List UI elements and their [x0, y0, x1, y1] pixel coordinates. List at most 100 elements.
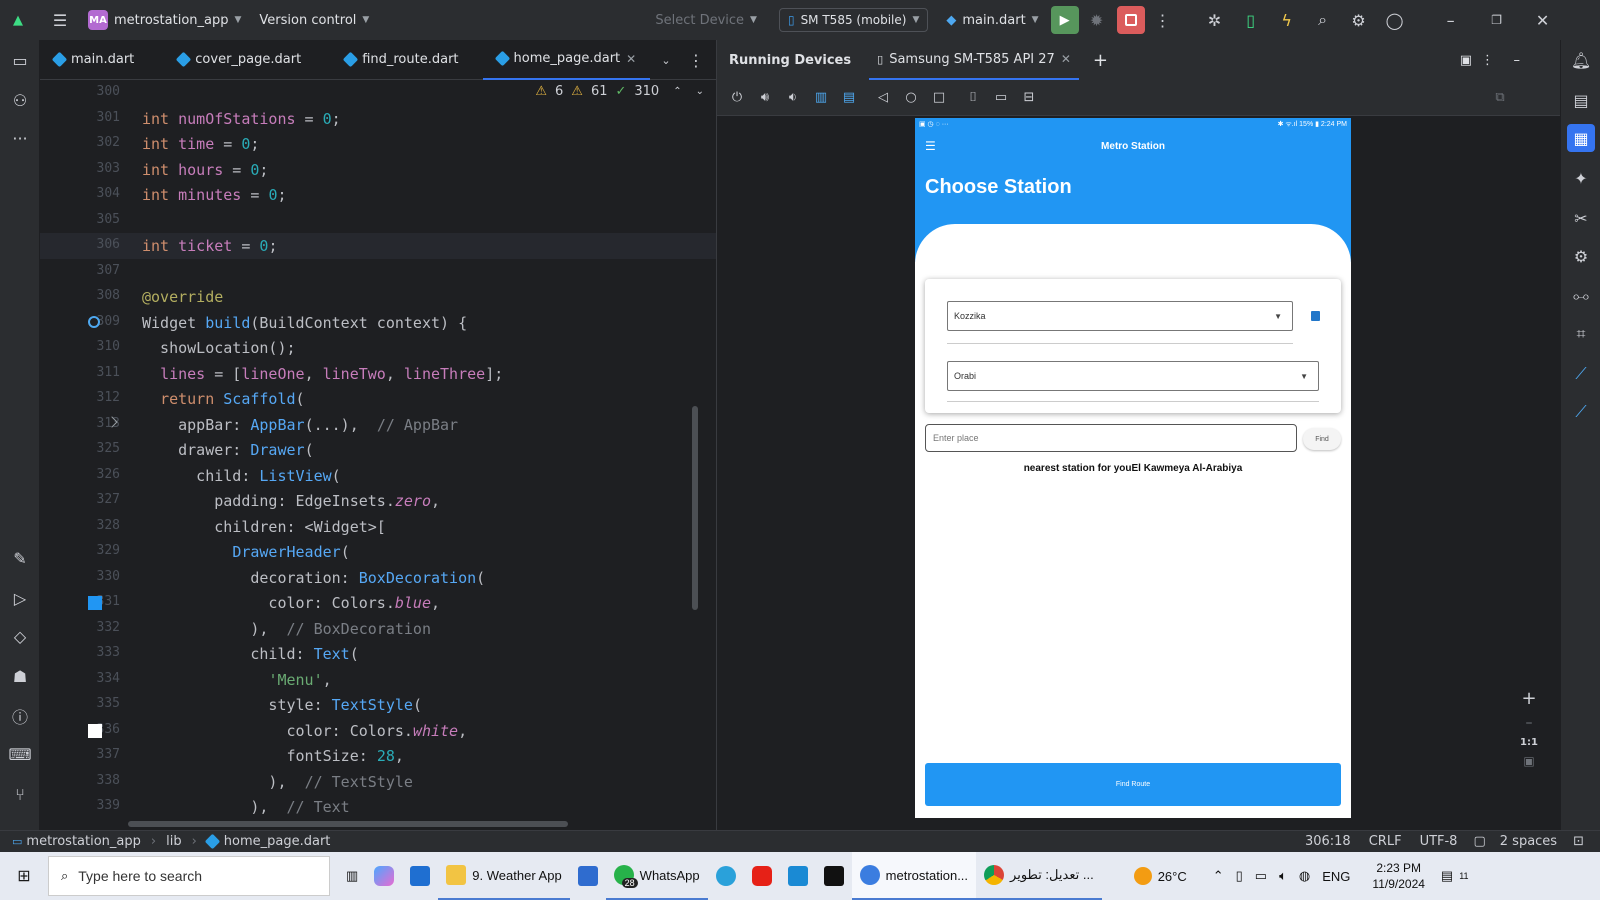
rotate-right-icon[interactable]: ▤: [837, 86, 861, 110]
more-vert-icon[interactable]: ⋮: [1149, 6, 1177, 34]
chevron-up-icon[interactable]: ⌃: [1213, 868, 1224, 884]
android-icon[interactable]: ☗: [6, 662, 34, 690]
horizontal-scrollbar[interactable]: [128, 821, 568, 827]
overview-icon[interactable]: □: [927, 86, 951, 110]
globe-icon[interactable]: ◍: [1299, 868, 1310, 884]
find-route-button[interactable]: Find Route: [925, 763, 1341, 806]
taskbar-android-studio[interactable]: metrostation...: [851, 852, 977, 900]
taskbar-search[interactable]: ⌕ Type here to search: [48, 856, 330, 896]
rotate-left-icon[interactable]: ▥: [809, 86, 833, 110]
device-file-explorer-icon[interactable]: ▤: [1567, 86, 1595, 114]
more-vert-icon[interactable]: ⋮: [1481, 53, 1494, 68]
add-device-icon[interactable]: +: [1093, 50, 1108, 71]
intellij-icon[interactable]: [816, 852, 852, 900]
home-icon[interactable]: ○: [899, 86, 923, 110]
debug-icon[interactable]: ✹: [1083, 6, 1111, 34]
tab-main-dart[interactable]: main.dart: [40, 40, 148, 80]
telegram-icon[interactable]: [708, 852, 744, 900]
youtube-icon[interactable]: [744, 852, 780, 900]
battery-icon[interactable]: ▭: [1255, 868, 1267, 884]
device-screen[interactable]: ▣ ◷ ◌ ··· ✱ ᯤ.ıl 15% ▮ 2:24 PM ☰ Metro S…: [915, 118, 1351, 818]
close-icon[interactable]: ✕: [1529, 6, 1557, 34]
screenshot-icon[interactable]: ⌷: [961, 86, 985, 110]
more-vert-icon[interactable]: ⋮: [682, 46, 710, 74]
gem-icon[interactable]: ◇: [6, 622, 34, 650]
place-input[interactable]: Enter place: [925, 424, 1297, 452]
editorconfig-icon[interactable]: ▢: [1473, 834, 1485, 849]
run-config-dropdown[interactable]: ◆ main.dart ▼: [940, 6, 1044, 34]
device-dropdown[interactable]: ▯ SM T585 (mobile) ▼: [778, 8, 929, 32]
flutter-performance-icon[interactable]: ⟋: [1567, 398, 1595, 426]
tab-device[interactable]: ▯ Samsung SM-T585 API 27 ✕: [869, 40, 1079, 80]
file-encoding[interactable]: UTF-8: [1420, 834, 1458, 849]
breadcrumb-folder[interactable]: lib: [166, 834, 181, 849]
taskbar-file-explorer[interactable]: 9. Weather App: [438, 852, 570, 900]
notifications-icon[interactable]: 🔔︎: [1567, 46, 1595, 74]
minimize-icon[interactable]: –: [1437, 6, 1465, 34]
find-button[interactable]: Find: [1303, 428, 1341, 450]
project-selector[interactable]: MA metrostation_app ▼: [82, 6, 247, 34]
zoom-in-icon[interactable]: +: [1521, 688, 1536, 709]
flutter-inspector-icon[interactable]: ✎: [6, 544, 34, 572]
override-gutter-icon[interactable]: [88, 315, 100, 328]
volume-down-icon[interactable]: 🔉︎: [781, 86, 805, 110]
gear-icon[interactable]: ⚙: [1345, 6, 1373, 34]
link-icon[interactable]: ⧟: [1567, 282, 1595, 310]
weather-widget[interactable]: 26°C: [1126, 852, 1195, 900]
language-indicator[interactable]: ENG: [1322, 869, 1350, 884]
color-swatch-white-icon[interactable]: [88, 723, 102, 738]
tab-home-page-dart[interactable]: home_page.dart ✕: [482, 40, 651, 80]
clock[interactable]: 2:23 PM 11/9/2024: [1372, 860, 1425, 892]
zoom-out-icon[interactable]: –: [1526, 715, 1533, 731]
next-issue-icon[interactable]: ⌄: [696, 86, 704, 97]
more-horiz-icon[interactable]: ···: [6, 124, 34, 152]
from-station-dropdown[interactable]: Kozzika ▼: [947, 301, 1293, 331]
volume-up-icon[interactable]: 🔊︎: [753, 86, 777, 110]
tab-list-chevron-icon[interactable]: ⌄: [652, 46, 680, 74]
device-manager-icon[interactable]: ▯: [1237, 6, 1265, 34]
picture-in-picture-icon[interactable]: ⧉: [1488, 86, 1512, 110]
map-icon[interactable]: [1311, 311, 1320, 321]
speaker-icon[interactable]: 🔈︎: [1279, 868, 1287, 884]
fit-screen-icon[interactable]: ▣: [1523, 754, 1534, 768]
line-separator[interactable]: CRLF: [1369, 834, 1402, 849]
select-device-dropdown[interactable]: Select Device ▼: [649, 6, 763, 34]
device-frame-icon[interactable]: ⊟: [1017, 86, 1041, 110]
lock-icon[interactable]: ⊡: [1573, 834, 1584, 849]
copilot-icon[interactable]: [366, 852, 402, 900]
problems-icon[interactable]: ⓘ: [6, 702, 34, 730]
close-tab-icon[interactable]: ✕: [626, 52, 636, 66]
close-tab-icon[interactable]: ✕: [1061, 52, 1071, 66]
back-icon[interactable]: ◁: [871, 86, 895, 110]
code-area[interactable]: int numOfStations = 0; int time = 0; int h…: [126, 80, 716, 830]
hamburger-menu-icon[interactable]: ☰: [46, 6, 74, 34]
hot-reload-icon[interactable]: ϟ: [1273, 6, 1301, 34]
git-icon[interactable]: ⑂: [6, 780, 34, 808]
tab-cover-page-dart[interactable]: cover_page.dart: [164, 40, 315, 80]
to-station-dropdown[interactable]: Orabi ▼: [947, 361, 1319, 391]
running-devices-icon[interactable]: ▦: [1567, 124, 1595, 152]
notification-center[interactable]: ▤ 11: [1433, 852, 1477, 900]
breadcrumb-project[interactable]: metrostation_app: [26, 834, 140, 849]
start-button[interactable]: ⊞: [0, 852, 48, 900]
tools-icon[interactable]: ✂: [1567, 204, 1595, 232]
vertical-scrollbar[interactable]: [692, 406, 698, 610]
zoom-actual-label[interactable]: 1:1: [1520, 737, 1538, 748]
power-icon[interactable]: ⏻: [725, 86, 749, 110]
terminal-icon[interactable]: ⌨: [6, 740, 34, 768]
tab-find-route-dart[interactable]: find_route.dart: [331, 40, 472, 80]
breadcrumb-file[interactable]: home_page.dart: [224, 834, 331, 849]
account-icon[interactable]: ◯: [1381, 6, 1409, 34]
run-tool-icon[interactable]: ▷: [6, 584, 34, 612]
phone-link-icon[interactable]: ▯: [1236, 868, 1243, 884]
flutter-outline-icon[interactable]: ⟋: [1567, 360, 1595, 388]
vcs-menu[interactable]: Version control ▼: [253, 6, 375, 34]
layout-inspector-icon[interactable]: ⌗: [1567, 320, 1595, 348]
screen-record-icon[interactable]: ▭: [989, 86, 1013, 110]
hide-panel-icon[interactable]: –: [1514, 53, 1521, 68]
search-icon[interactable]: ⌕: [1309, 6, 1337, 34]
indent-setting[interactable]: 2 spaces: [1500, 834, 1557, 849]
structure-icon[interactable]: ⚇: [6, 86, 34, 114]
task-view-icon[interactable]: ▥: [338, 852, 366, 900]
layout-icon[interactable]: ▣: [1460, 53, 1472, 68]
